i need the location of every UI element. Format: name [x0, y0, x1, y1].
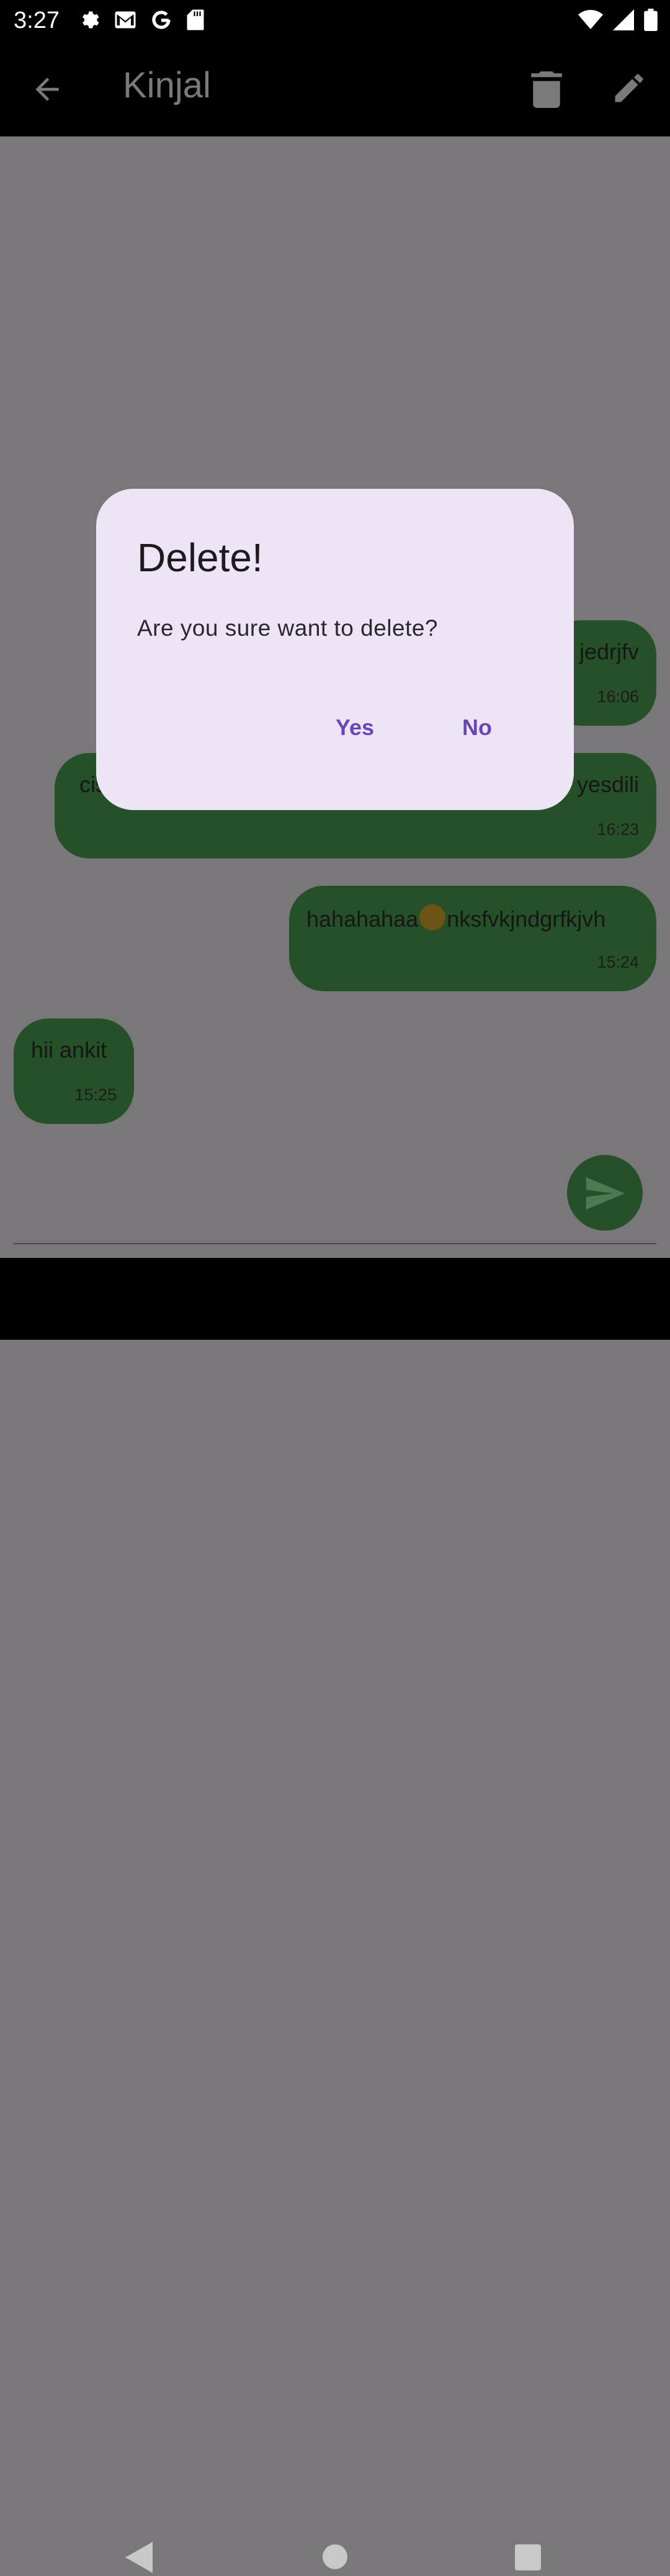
edit-button[interactable] — [610, 69, 648, 107]
dialog-message: Are you sure want to delete? — [137, 615, 439, 641]
message-input-underline[interactable] — [14, 1243, 656, 1244]
chat-title: Kinjal — [123, 65, 211, 105]
edit-icon — [615, 74, 643, 102]
delete-button[interactable] — [531, 69, 562, 108]
status-icons-left — [78, 9, 205, 34]
delete-confirm-dialog: Delete! Are you sure want to delete? Yes… — [96, 489, 574, 810]
message-text-after-emoji: nksfvkjndgrfkjvh — [447, 906, 606, 932]
message-text: jedrjfv — [579, 639, 639, 664]
message-text: hii ankit — [31, 1037, 107, 1063]
battery-icon — [644, 9, 658, 34]
gmail-icon — [114, 11, 136, 32]
message-time: 16:23 — [597, 820, 639, 839]
google-icon — [150, 9, 172, 34]
message-bubble[interactable]: hahahahaa nksfvkjndgrfkjvh 15:24 — [289, 886, 656, 991]
navigation-bar — [0, 1258, 670, 2573]
app-bar: Kinjal — [0, 41, 670, 136]
status-bar: 3:27 — [0, 0, 670, 41]
message-text: yesdili — [576, 772, 639, 797]
nav-back-button[interactable] — [125, 2542, 153, 2576]
wink-emoji-icon — [419, 904, 446, 930]
arrow-back-icon — [35, 78, 59, 101]
no-button[interactable]: No — [462, 715, 492, 741]
message-text-before-emoji: hahahahaa — [306, 906, 419, 932]
nav-recents-button[interactable] — [515, 2544, 541, 2570]
delete-icon — [531, 71, 562, 108]
nav-home-button[interactable] — [323, 2544, 347, 2569]
wifi-icon — [578, 9, 603, 33]
message-time: 16:06 — [597, 687, 639, 706]
status-time: 3:27 — [14, 7, 60, 33]
gear-icon — [78, 9, 100, 34]
send-icon — [586, 1177, 625, 1210]
message-time: 15:25 — [74, 1085, 117, 1104]
send-button[interactable] — [567, 1155, 643, 1231]
signal-icon — [613, 9, 634, 33]
status-icons-right — [578, 9, 658, 34]
triangle-back-icon — [125, 2542, 153, 2573]
back-button[interactable] — [30, 72, 65, 107]
message-time: 15:24 — [597, 953, 639, 971]
message-bubble[interactable]: hii ankit 15:25 — [14, 1018, 134, 1124]
yes-button[interactable]: Yes — [336, 715, 374, 741]
message-text: hahahahaa nksfvkjndgrfkjvh — [306, 904, 605, 932]
dialog-title: Delete! — [137, 535, 263, 580]
sd-card-icon — [186, 9, 205, 34]
